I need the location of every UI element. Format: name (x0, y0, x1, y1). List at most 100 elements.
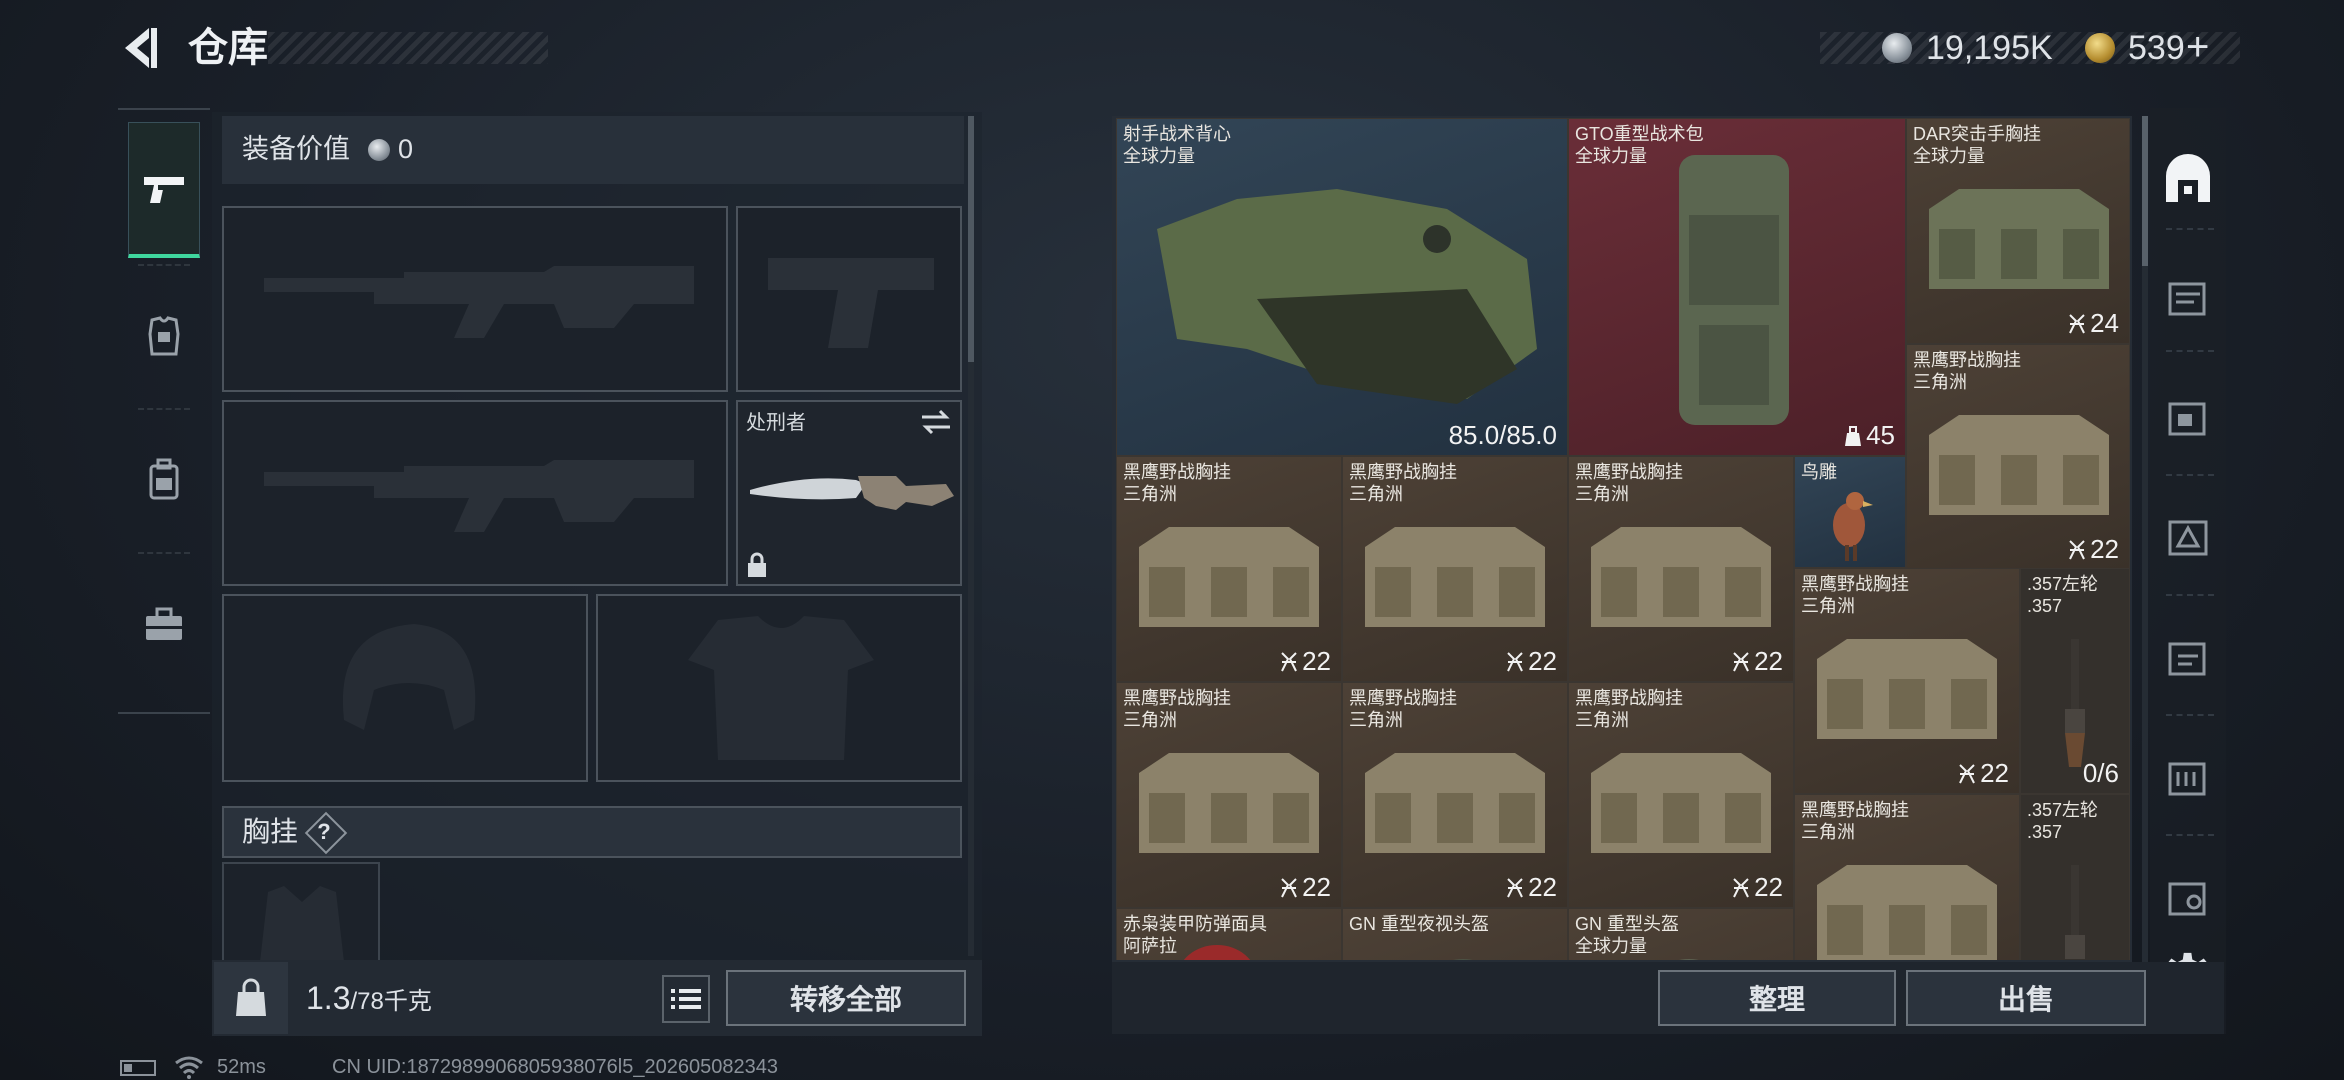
inventory-item[interactable]: .357左轮 .357 (2020, 794, 2130, 960)
revolver-image (2065, 865, 2085, 959)
lock-icon (748, 552, 766, 577)
knife-icon (750, 476, 954, 510)
heavy-helmet-image (1678, 959, 1700, 960)
warehouse-icon (2166, 154, 2210, 202)
help-button[interactable]: ? (306, 817, 342, 847)
value-coin-icon (368, 139, 390, 161)
inventory-item[interactable]: DAR突击手胸挂 全球力量 24 (1906, 118, 2130, 344)
chest-rig-image (1591, 527, 1771, 627)
weight-unit: 千克 (383, 988, 432, 1015)
box-gear-icon (2168, 402, 2206, 436)
inventory-item[interactable]: 黑鹰野战胸挂 三角洲 22 (1568, 682, 1794, 908)
tab-armor[interactable] (128, 270, 200, 402)
inventory-item[interactable]: 鸟雕 (1794, 456, 1906, 568)
category-medical[interactable] (2156, 624, 2220, 688)
secondary-weapon-slot[interactable] (736, 206, 962, 392)
title-decoration (268, 32, 548, 64)
armor-slot[interactable] (596, 594, 962, 782)
inventory-item[interactable]: 赤枭装甲防弹面具 阿萨拉 (1116, 908, 1342, 960)
list-icon (671, 989, 701, 1009)
box-tier-icon (2168, 882, 2206, 916)
tab-case[interactable] (128, 558, 200, 690)
inventory-item[interactable]: 黑鹰野战胸挂 三角洲 22 (1116, 456, 1342, 682)
capacity-icon (1281, 877, 1297, 897)
capacity-icon (1845, 425, 1862, 446)
inventory-item[interactable]: 黑鹰野战胸挂 三角洲 22 (1906, 344, 2130, 570)
inventory-item[interactable]: 黑鹰野战胸挂 三角洲 22 (1342, 456, 1568, 682)
melee-slot[interactable]: 处刑者 (736, 400, 962, 586)
inventory-item[interactable]: 射手战术背心 全球力量 85.0/85.0 (1116, 118, 1568, 456)
chest-rig-image (1591, 753, 1771, 853)
page-title: 仓库 (188, 26, 268, 70)
helmet-slot[interactable] (222, 594, 588, 782)
equipment-value: 0 (398, 134, 414, 164)
user-uid: CN UID:1872989906805938076l5_20260508234… (332, 1056, 778, 1078)
sell-button[interactable]: 出售 (1906, 970, 2146, 1026)
category-collectibles[interactable] (2156, 744, 2220, 808)
equipment-tabs (118, 108, 210, 714)
list-view-button[interactable] (662, 975, 710, 1023)
category-equipment[interactable] (2156, 384, 2220, 448)
vest-silhouette-icon (688, 616, 874, 760)
pistol-silhouette-icon (768, 258, 934, 348)
night-vision-helmet-image (1452, 959, 1474, 960)
add-currency-button[interactable]: + (2186, 20, 2209, 74)
chest-rig-image (1139, 527, 1319, 627)
capacity-icon (1507, 651, 1523, 671)
capacity-icon (1733, 651, 1749, 671)
chest-rig-image (1817, 639, 1997, 739)
category-weapons[interactable] (2156, 264, 2220, 328)
capacity-icon (1733, 877, 1749, 897)
move-all-button[interactable]: 转移全部 (726, 970, 966, 1026)
inventory-item[interactable]: GTO重型战术包 全球力量 45 (1568, 118, 1906, 456)
category-four[interactable] (2156, 864, 2220, 928)
tab-backpack[interactable] (128, 414, 200, 546)
chest-rig-silhouette-icon (260, 886, 344, 962)
revolver-image (2065, 639, 2085, 767)
gold-coin-icon (2085, 33, 2115, 63)
tab-weapons[interactable] (128, 122, 200, 258)
inventory-item[interactable]: 黑鹰野战胸挂 三角洲 22 (1568, 456, 1794, 682)
inventory-item[interactable]: .357左轮 .357 0/6 (2020, 568, 2130, 794)
sort-button[interactable]: 整理 (1658, 970, 1896, 1026)
inventory-item[interactable]: 黑鹰野战胸挂 三角洲 22 (1116, 682, 1342, 908)
secondary-primary-slot[interactable] (222, 400, 728, 586)
chest-rig-image (1817, 865, 1997, 960)
gold-currency-amount: 539 (2128, 29, 2185, 67)
chest-rig-image (1139, 753, 1319, 853)
box-collectible-icon (2168, 762, 2206, 796)
inventory-item[interactable]: 黑鹰野战胸挂 三角洲 22 (1342, 682, 1568, 908)
inventory-item[interactable]: 黑鹰野战胸挂 三角洲 22 (1794, 568, 2020, 794)
pistol-icon (144, 176, 184, 203)
category-all[interactable] (2156, 148, 2220, 212)
rifle-silhouette-icon (264, 460, 694, 532)
briefcase-icon (146, 607, 182, 640)
help-label: ? (317, 819, 331, 844)
capacity-icon (1281, 651, 1297, 671)
inventory-item[interactable]: 黑鹰野战胸挂 三角洲 (1794, 794, 2020, 960)
inventory-item[interactable]: GN 重型头盔 全球力量 (1568, 908, 1794, 960)
tactical-vest-image (1157, 189, 1537, 404)
chest-rig-slot[interactable] (222, 862, 380, 962)
back-button[interactable] (115, 22, 163, 74)
armor-vest-icon (148, 316, 180, 356)
chest-rig-image (1365, 753, 1545, 853)
weight-readout: 1.3/78千克 (306, 978, 432, 1022)
inventory-item[interactable]: GN 重型夜视头盔 (1342, 908, 1568, 960)
capacity-icon (2069, 313, 2085, 333)
bird-statue-image (1833, 492, 1873, 561)
equipment-scroll-thumb[interactable] (968, 116, 974, 362)
silver-coin-icon (1882, 33, 1912, 63)
capacity-icon (1507, 877, 1523, 897)
rifle-silhouette-icon (264, 266, 694, 338)
chest-rig-image (1365, 527, 1545, 627)
backpack-image (1679, 155, 1789, 425)
category-ammo[interactable] (2156, 504, 2220, 568)
swap-icon[interactable] (920, 408, 952, 436)
back-arrow-icon (125, 28, 157, 68)
inventory-scroll-thumb[interactable] (2142, 116, 2148, 266)
chest-rig-image (1929, 415, 2109, 515)
melee-name: 处刑者 (746, 412, 806, 434)
weight-current: 1.3 (306, 980, 351, 1016)
primary-weapon-slot[interactable] (222, 206, 728, 392)
